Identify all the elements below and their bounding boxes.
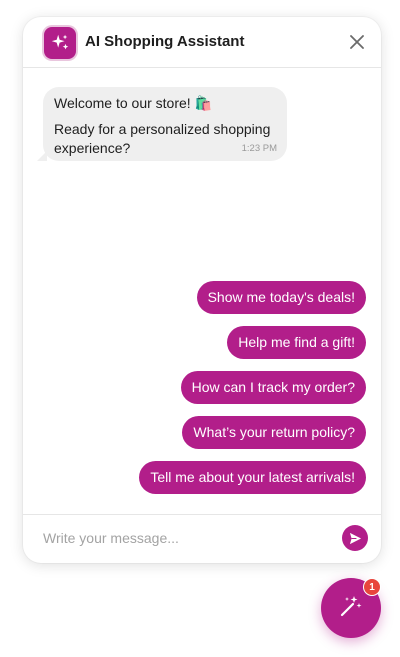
notification-badge: 1 (363, 578, 381, 596)
bubble-tail (37, 151, 47, 161)
suggestion-chip-return-policy[interactable]: What’s your return policy? (182, 416, 366, 449)
suggestion-chip-track-order[interactable]: How can I track my order? (180, 371, 366, 404)
message-input[interactable] (43, 527, 323, 549)
suggestion-chip-deals[interactable]: Show me today's deals! (196, 281, 366, 314)
close-icon[interactable] (347, 32, 367, 52)
sparkles-icon (44, 27, 76, 59)
chat-header: AI Shopping Assistant (23, 17, 381, 68)
magic-wand-icon (338, 593, 364, 624)
chat-panel: AI Shopping Assistant Welcome to our sto… (23, 17, 381, 563)
send-icon[interactable] (342, 525, 368, 551)
chat-title: AI Shopping Assistant (85, 33, 245, 50)
suggestion-chip-gift[interactable]: Help me find a gift! (227, 326, 366, 359)
message-timestamp: 1:23 PM (241, 143, 277, 154)
suggestion-chip-latest-arrivals[interactable]: Tell me about your latest arrivals! (139, 461, 366, 494)
message-composer (23, 514, 381, 563)
bot-message-line1: Welcome to our store! 🛍️ (54, 95, 213, 111)
bot-message: Welcome to our store! 🛍️ Ready for a per… (37, 87, 287, 161)
